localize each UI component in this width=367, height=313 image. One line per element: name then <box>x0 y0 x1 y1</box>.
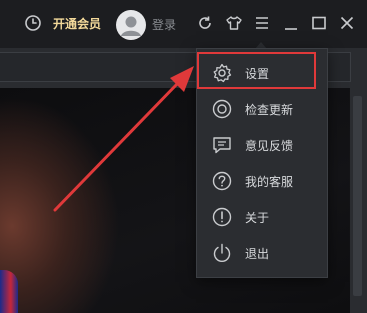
scrollbar-thumb[interactable] <box>353 96 362 296</box>
background-photo-detail <box>0 270 18 313</box>
menu-item-check-update[interactable]: 检查更新 <box>197 91 327 127</box>
menu-item-exit[interactable]: 退出 <box>197 235 327 271</box>
info-icon <box>212 207 232 227</box>
background-photo <box>0 96 120 313</box>
menu-icon[interactable] <box>253 14 271 32</box>
clock-icon[interactable] <box>24 14 42 32</box>
app-window: 开通会员 登录 设置 检查更新 意见反馈 我的客服 关于 退出 <box>0 0 367 313</box>
menu-item-about[interactable]: 关于 <box>197 199 327 235</box>
title-bar: 开通会员 登录 <box>0 0 367 48</box>
vip-link[interactable]: 开通会员 <box>53 15 101 32</box>
minimize-icon[interactable] <box>282 14 300 32</box>
menu-item-label: 我的客服 <box>245 175 294 189</box>
maximize-icon[interactable] <box>310 14 328 32</box>
menu-item-feedback[interactable]: 意见反馈 <box>197 127 327 163</box>
menu-item-label: 关于 <box>245 211 270 225</box>
help-icon <box>212 171 232 191</box>
skin-shirt-icon[interactable] <box>225 14 243 32</box>
update-check-icon <box>212 99 232 119</box>
refresh-icon[interactable] <box>196 14 214 32</box>
login-link[interactable]: 登录 <box>152 16 176 33</box>
menu-item-label: 检查更新 <box>245 103 294 117</box>
menu-item-label: 退出 <box>245 247 270 261</box>
menu-item-customer-service[interactable]: 我的客服 <box>197 163 327 199</box>
close-icon[interactable] <box>338 14 356 32</box>
power-icon <box>213 243 231 262</box>
feedback-icon <box>213 137 231 154</box>
settings-highlight-box <box>197 52 316 89</box>
menu-item-label: 意见反馈 <box>245 139 294 153</box>
avatar[interactable] <box>116 10 146 40</box>
